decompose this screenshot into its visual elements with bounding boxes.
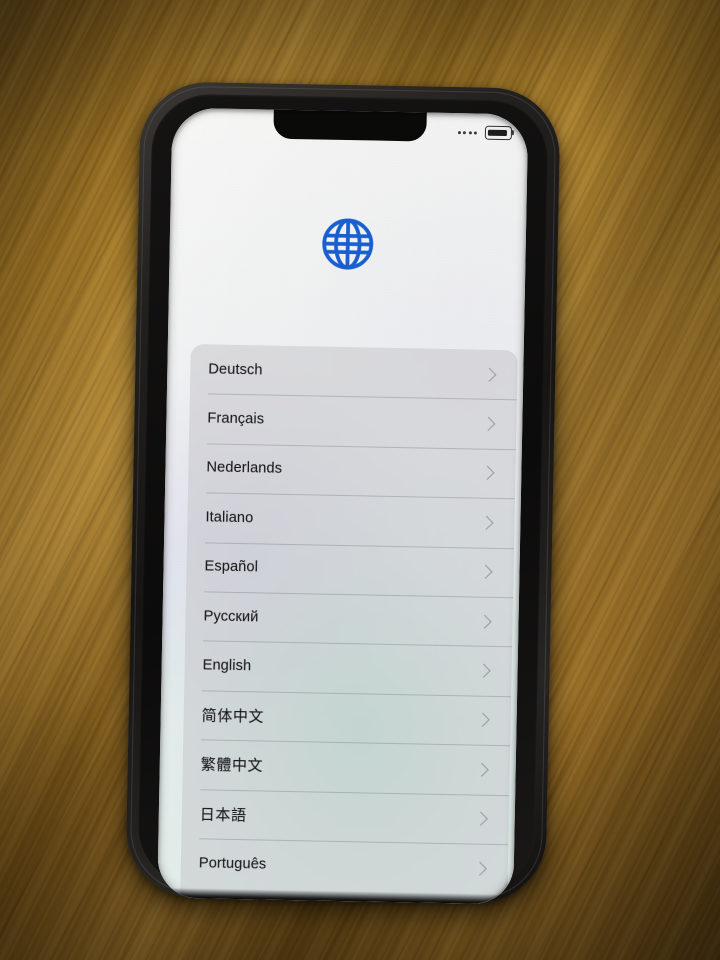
language-list[interactable]: Deutsch Français Nederlands Italiano Esp	[180, 344, 518, 905]
language-row-nederlands[interactable]: Nederlands	[188, 443, 516, 499]
language-row-espanol[interactable]: Español	[186, 542, 514, 598]
globe-icon-container	[169, 212, 526, 277]
language-label: Français	[207, 410, 265, 428]
language-label: English	[202, 657, 252, 675]
language-row-russian[interactable]: Русский	[185, 591, 513, 647]
language-row-deutsch[interactable]: Deutsch	[190, 344, 518, 400]
screenshot-scene: Deutsch Français Nederlands Italiano Esp	[0, 0, 720, 960]
language-label: Español	[204, 558, 259, 576]
status-bar	[457, 125, 515, 141]
globe-icon	[322, 218, 374, 270]
language-label: Nederlands	[206, 459, 283, 478]
language-label: Português	[198, 854, 267, 873]
language-label: Italiano	[205, 509, 254, 527]
language-row-simplified-chinese[interactable]: 简体中文	[183, 690, 511, 746]
camera-notch	[273, 107, 427, 142]
language-label: Русский	[203, 607, 259, 626]
iphone-device: Deutsch Français Nederlands Italiano Esp	[125, 81, 561, 905]
language-label: Deutsch	[208, 361, 263, 379]
language-row-japanese[interactable]: 日本語	[181, 788, 509, 844]
language-row-francais[interactable]: Français	[189, 393, 517, 449]
language-label: 日本語	[199, 806, 247, 824]
language-row-italiano[interactable]: Italiano	[187, 492, 515, 548]
battery-icon	[484, 125, 515, 141]
language-label: 繁體中文	[200, 756, 264, 775]
language-row-english[interactable]: English	[184, 640, 512, 696]
language-label: 简体中文	[201, 707, 265, 726]
signal-dots-icon	[457, 130, 477, 135]
language-row-portugues[interactable]: Português	[180, 838, 508, 894]
phone-screen[interactable]: Deutsch Français Nederlands Italiano Esp	[157, 107, 529, 905]
language-row-traditional-chinese[interactable]: 繁體中文	[182, 739, 510, 795]
